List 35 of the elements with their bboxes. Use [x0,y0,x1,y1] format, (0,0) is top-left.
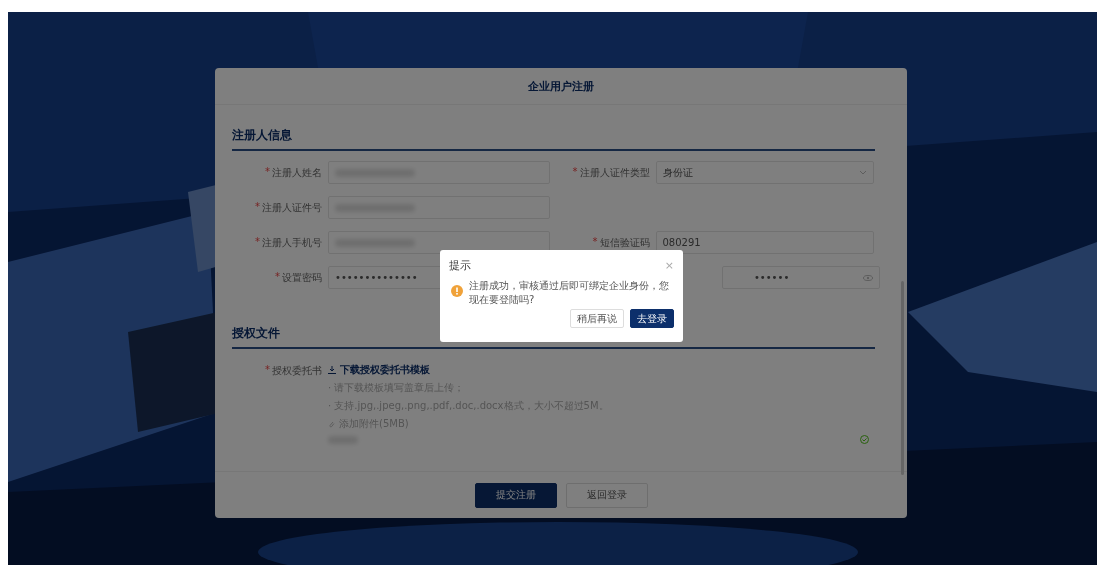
field-value: •••••••••••••• [335,272,418,283]
required-mark: * [265,165,270,179]
card-title: 企业用户注册 [528,78,594,94]
field-label: 注册人姓名 [272,165,322,180]
required-mark: * [592,235,598,249]
field-value: •••••• [753,272,790,283]
input-field[interactable]: 080291 [655,231,874,254]
field-label: 注册人手机号 [262,235,322,250]
download-link[interactable]: 下载授权委托书模板 [340,363,430,377]
field-label: 短信验证码 [599,235,650,250]
form-button[interactable]: 提交注册 [474,482,557,508]
field-label: 设置密码 [282,270,322,285]
field-label: 授权委托书 [272,364,322,378]
download-icon [328,366,336,374]
eye-icon[interactable] [863,274,873,281]
dialog-button[interactable]: 去登录 [630,309,674,328]
field-label: 注册人证件类型 [579,165,650,180]
input-field[interactable]: •••••• [721,266,880,289]
required-mark: * [265,364,270,377]
field-value: 身份证 [662,165,693,180]
close-button[interactable]: × [664,259,674,272]
required-mark: * [255,200,260,214]
field-value: 080291 [662,237,701,248]
warning-icon [451,285,463,297]
required-mark: * [275,270,280,284]
input-field[interactable]: 身份证 [655,161,874,184]
chevron-down-icon [858,170,867,175]
required-mark: * [255,235,260,249]
section-title: 注册人信息 [232,127,292,144]
field-label: 注册人证件号 [262,200,322,215]
dialog-button[interactable]: 稍后再说 [570,309,624,328]
form-button[interactable]: 返回登录 [565,482,648,508]
paperclip-icon [328,420,335,428]
required-mark: * [572,165,578,179]
section-title: 授权文件 [232,325,280,342]
